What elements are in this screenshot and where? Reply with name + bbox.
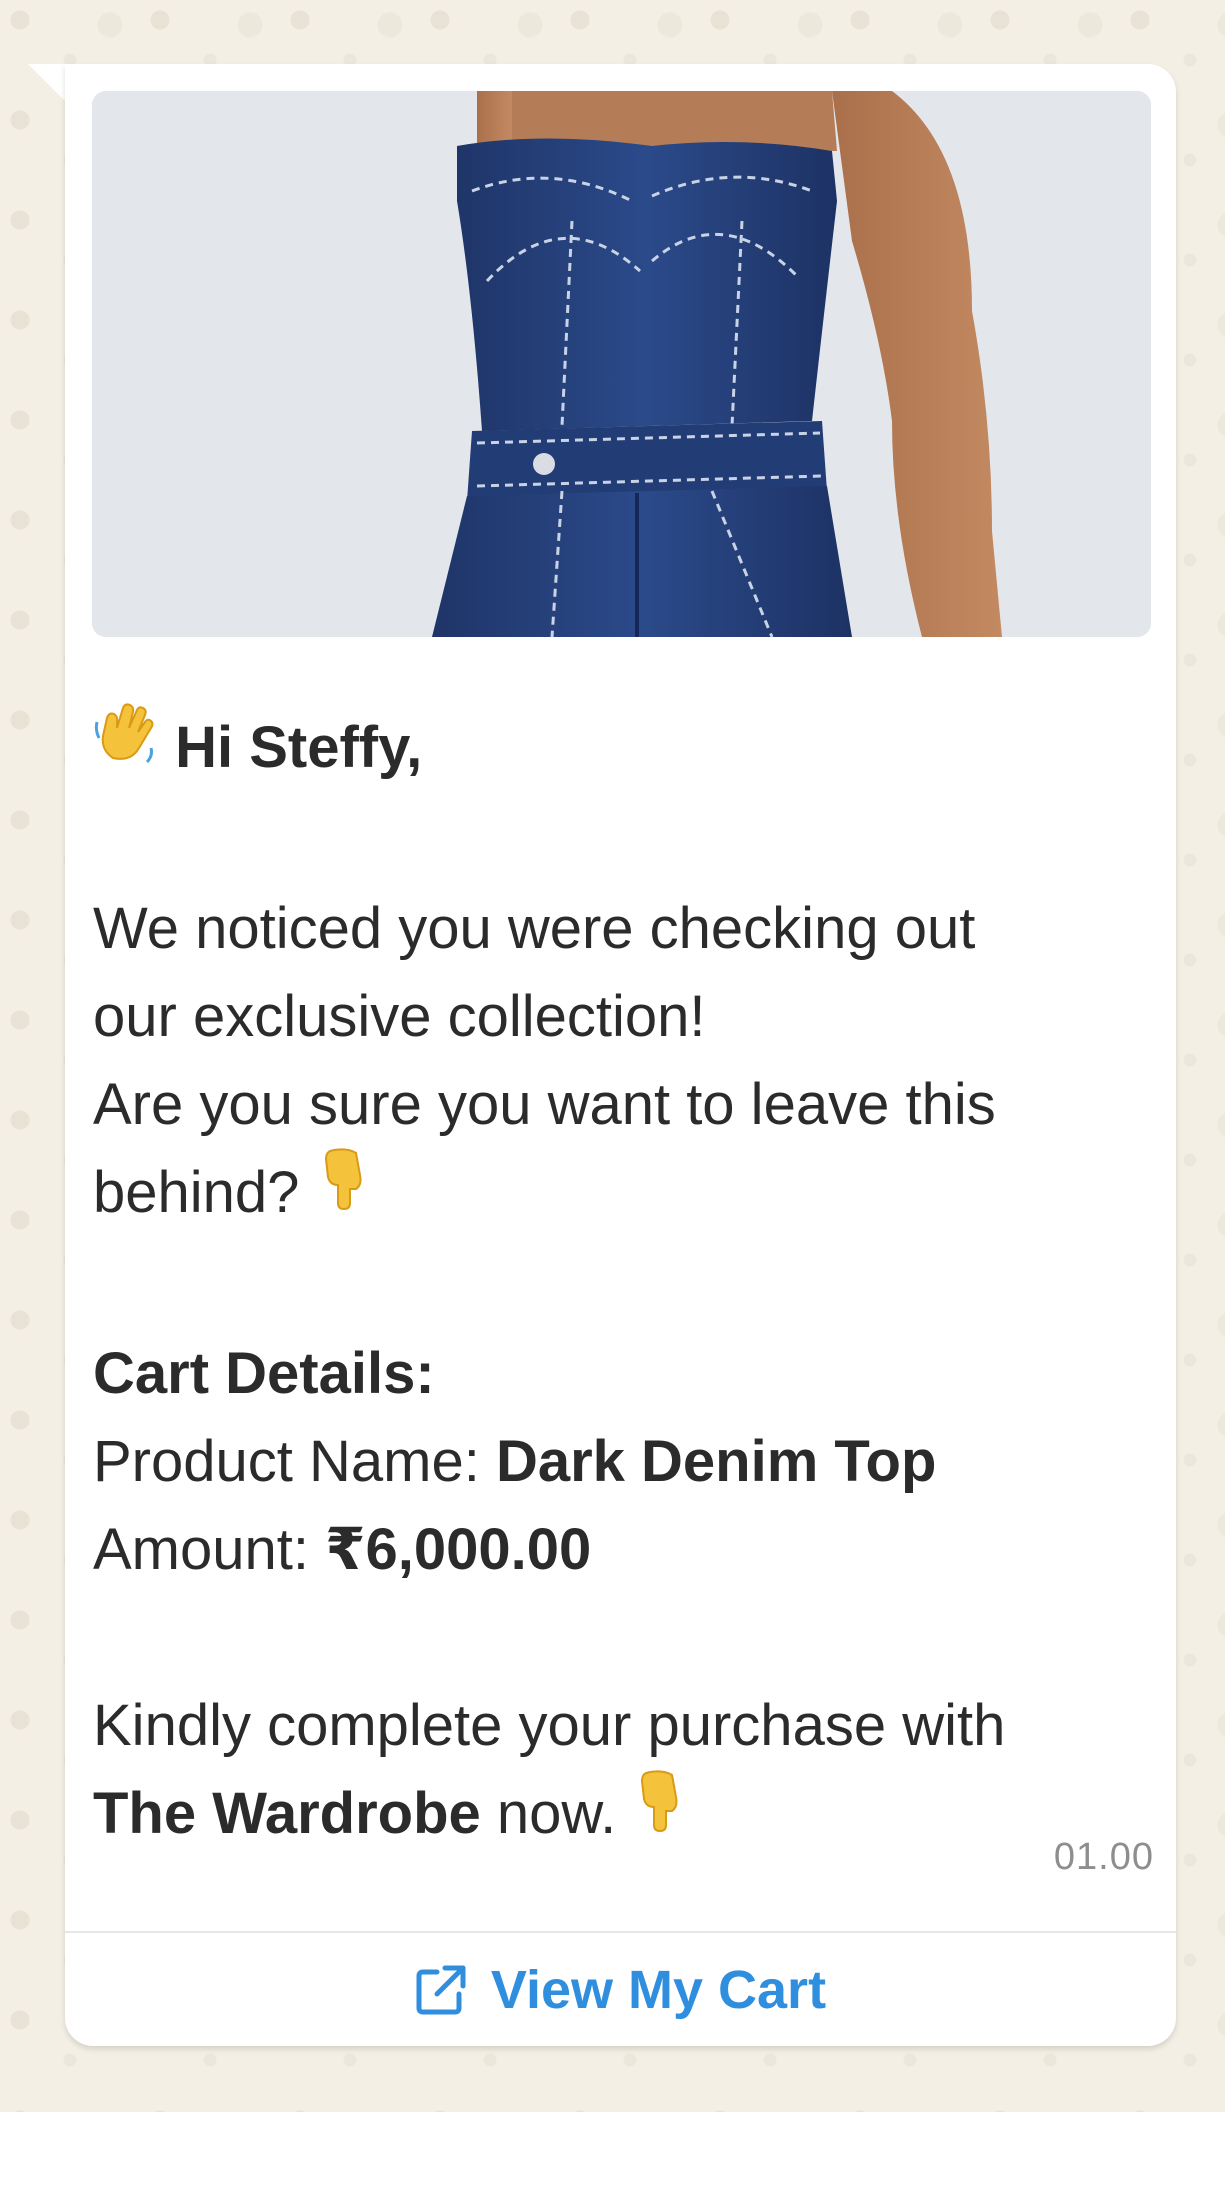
closing-line-2: The Wardrobe now. [93, 1767, 1143, 1863]
amount-row: Amount: ₹6,000.00 [93, 1506, 1143, 1594]
amount-label: Amount: [93, 1517, 309, 1583]
waving-hand-icon [93, 700, 159, 791]
greeting-line: Hi Steffy, [93, 703, 1143, 797]
product-name-label: Product Name: [93, 1429, 480, 1495]
pointing-down-icon [316, 1145, 372, 1236]
cart-details-heading: Cart Details: [93, 1341, 435, 1407]
view-cart-label: View My Cart [490, 1959, 827, 2020]
body-line-4: behind? [93, 1148, 1143, 1242]
message-text: Hi Steffy, We noticed you were checking … [93, 703, 1143, 1864]
product-name-value: Dark Denim Top [495, 1429, 937, 1495]
message-bubble: Hi Steffy, We noticed you were checking … [65, 64, 1176, 2046]
view-cart-button[interactable]: View My Cart [65, 1933, 1176, 2046]
closing-line-1: Kindly complete your purchase with [93, 1693, 1006, 1759]
product-name-row: Product Name: Dark Denim Top [93, 1418, 1143, 1506]
body-line-1: We noticed you were checking out [93, 896, 976, 962]
message-timestamp: 01.00 [1053, 1836, 1154, 1878]
closing-line-2-suffix: now. [496, 1781, 617, 1847]
body-line-3: Are you sure you want to leave this [93, 1072, 996, 1138]
brand-name: The Wardrobe [93, 1781, 481, 1847]
bubble-tail [28, 64, 68, 104]
greeting-text: Hi Steffy, [175, 715, 423, 780]
body-line-2: our exclusive collection! [93, 984, 706, 1050]
product-image[interactable] [92, 91, 1151, 637]
body-line-4-text: behind? [93, 1160, 300, 1226]
denim-top-photo [92, 91, 1151, 637]
external-link-icon [415, 1964, 467, 2016]
pointing-down-icon [632, 1767, 688, 1858]
amount-value: ₹6,000.00 [325, 1517, 592, 1583]
